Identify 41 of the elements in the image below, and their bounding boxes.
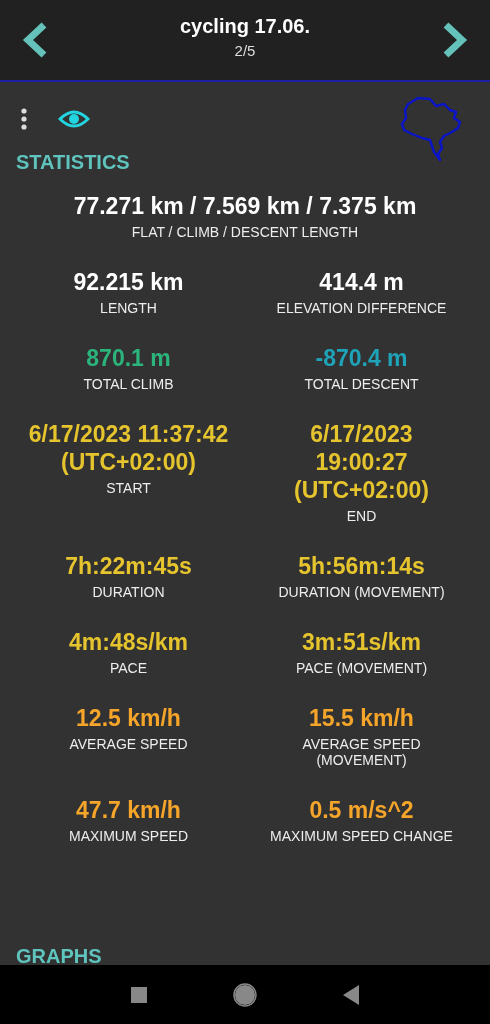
eye-icon[interactable] bbox=[58, 109, 90, 129]
section-heading: GRAPHS bbox=[16, 945, 103, 965]
stat-label: FLAT / CLIMB / DESCENT LENGTH bbox=[131, 224, 359, 240]
stat-value: 6/17/2023 19:00:27 (UTC+02:00) bbox=[293, 420, 430, 504]
stat-value: 47.7 km/h bbox=[76, 796, 181, 824]
chevron-left-icon bbox=[20, 22, 48, 58]
stat-label: START bbox=[106, 480, 151, 496]
stat-label: MAXIMUM SPEED CHANGE bbox=[270, 828, 453, 844]
stat-label: AVERAGE SPEED (MOVEMENT) bbox=[301, 736, 422, 768]
stat-value: 7h:22m:45s bbox=[65, 552, 192, 580]
stat-label: END bbox=[346, 508, 377, 524]
stat-label: DURATION bbox=[92, 584, 165, 600]
track-counter: 2/5 bbox=[234, 42, 256, 59]
stat-value: 6/17/2023 11:37:42 (UTC+02:00) bbox=[28, 420, 229, 476]
more-menu-icon[interactable] bbox=[20, 108, 28, 130]
stat-value: 870.1 m bbox=[86, 344, 171, 372]
stat-label: PACE bbox=[109, 660, 148, 676]
stat-value: 414.4 m bbox=[319, 268, 404, 296]
stat-label: TOTAL DESCENT bbox=[304, 376, 419, 392]
stat-label: AVERAGE SPEED bbox=[69, 736, 188, 752]
section-heading: STATISTICS bbox=[16, 150, 131, 174]
stat-value: 77.271 km / 7.569 km / 7.375 km bbox=[73, 192, 417, 220]
stat-label: LENGTH bbox=[100, 300, 157, 316]
stat-value: 5h:56m:14s bbox=[298, 552, 425, 580]
stat-label: DURATION (MOVEMENT) bbox=[278, 584, 445, 600]
back-icon[interactable] bbox=[343, 984, 359, 1005]
stat-value: 92.215 km bbox=[73, 268, 184, 296]
chevron-right-icon bbox=[442, 22, 470, 58]
recents-icon[interactable] bbox=[131, 986, 147, 1003]
track-title: cycling 17.06. bbox=[179, 15, 311, 38]
stat-value: 12.5 km/h bbox=[76, 704, 181, 732]
stat-label: ELEVATION DIFFERENCE bbox=[276, 300, 447, 316]
stat-value: 4m:48s/km bbox=[69, 628, 188, 656]
stat-label: TOTAL CLIMB bbox=[83, 376, 174, 392]
home-icon[interactable] bbox=[233, 982, 257, 1007]
stat-label: PACE (MOVEMENT) bbox=[295, 660, 428, 676]
stat-value: 15.5 km/h bbox=[309, 704, 414, 732]
stat-value: -870.4 m bbox=[315, 344, 408, 372]
stat-value: 3m:51s/km bbox=[302, 628, 421, 656]
stat-label: MAXIMUM SPEED bbox=[69, 828, 188, 844]
stat-value: 0.5 m/s^2 bbox=[309, 796, 414, 824]
